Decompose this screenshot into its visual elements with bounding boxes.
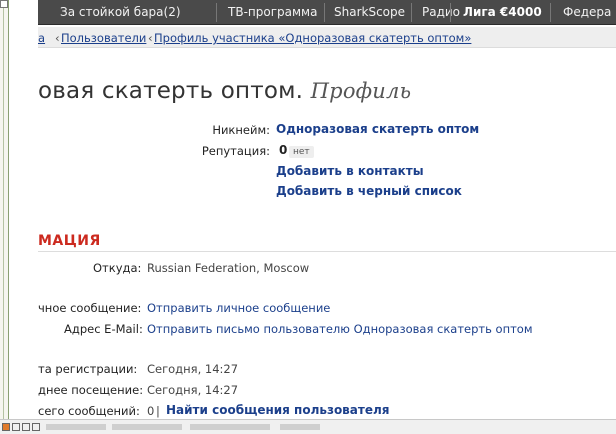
add-to-blacklist-link[interactable]: Добавить в черный список: [276, 184, 462, 198]
browser-icon: [2, 423, 10, 431]
section-header: МАЦИЯ: [38, 232, 616, 252]
reputation-label: Репутация:: [201, 144, 270, 158]
last-visit-label: днее посещение:: [38, 383, 144, 397]
breadcrumb-arrow: ‹: [148, 31, 153, 45]
last-visit-value: Сегодня, 14:27: [147, 383, 239, 397]
breadcrumb-users[interactable]: Пользователи: [61, 31, 146, 45]
registration-date-value: Сегодня, 14:27: [147, 362, 239, 376]
window-frame-left: [0, 0, 9, 434]
breadcrumb: а ‹ Пользователи ‹ Профиль участника «Од…: [38, 27, 616, 48]
status-bar: [0, 419, 616, 434]
find-user-posts-link[interactable]: Найти сообщения пользователя: [166, 403, 389, 417]
send-email-link[interactable]: Отправить письмо пользователю Одноразова…: [147, 322, 533, 336]
send-private-message-link[interactable]: Отправить личное сообщение: [147, 301, 330, 315]
window-icon: [32, 423, 40, 431]
nav-tv-program[interactable]: ТВ-программа: [228, 5, 317, 19]
total-posts-value: 0: [147, 404, 155, 418]
window-corner-icon: [0, 0, 8, 8]
section-header-title: МАЦИЯ: [38, 233, 101, 249]
nav-radio[interactable]: Радио: [422, 5, 460, 19]
add-to-contacts-link[interactable]: Добавить в контакты: [276, 164, 424, 178]
breadcrumb-home[interactable]: а: [38, 31, 45, 45]
nickname-label: Никнейм:: [212, 123, 270, 137]
private-message-label: чное сообщение:: [38, 301, 142, 315]
page-title: овая скатерть оптом. Профиль: [38, 78, 411, 104]
nickname-value: Одноразовая скатерть оптом: [276, 122, 480, 136]
nav-league[interactable]: Лига €4000: [463, 5, 542, 19]
page-title-suffix: Профиль: [310, 79, 412, 103]
nav-federation[interactable]: Федера: [563, 5, 611, 19]
registration-date-label: та регистрации:: [38, 362, 138, 376]
total-posts-label: сего сообщений:: [38, 404, 140, 418]
nav-sharkscope[interactable]: SharkScope: [334, 5, 405, 19]
from-value: Russian Federation, Moscow: [147, 261, 310, 275]
breadcrumb-arrow: ‹: [55, 31, 60, 45]
nav-bar-lounge[interactable]: За стойкой бара(2): [60, 5, 181, 19]
posts-separator: |: [156, 404, 160, 418]
breadcrumb-profile[interactable]: Профиль участника «Одноразовая скатерть …: [154, 31, 471, 45]
page-title-main: овая скатерть оптом.: [38, 78, 304, 104]
email-label: Адрес E-Mail:: [64, 322, 143, 336]
window-icon: [12, 423, 20, 431]
window-icon: [22, 423, 30, 431]
from-label: Откуда:: [93, 261, 142, 275]
reputation-badge: нет: [289, 146, 314, 158]
top-navigation: За стойкой бара(2) ТВ-программа SharkSco…: [38, 0, 616, 25]
reputation-value: 0: [279, 143, 288, 157]
